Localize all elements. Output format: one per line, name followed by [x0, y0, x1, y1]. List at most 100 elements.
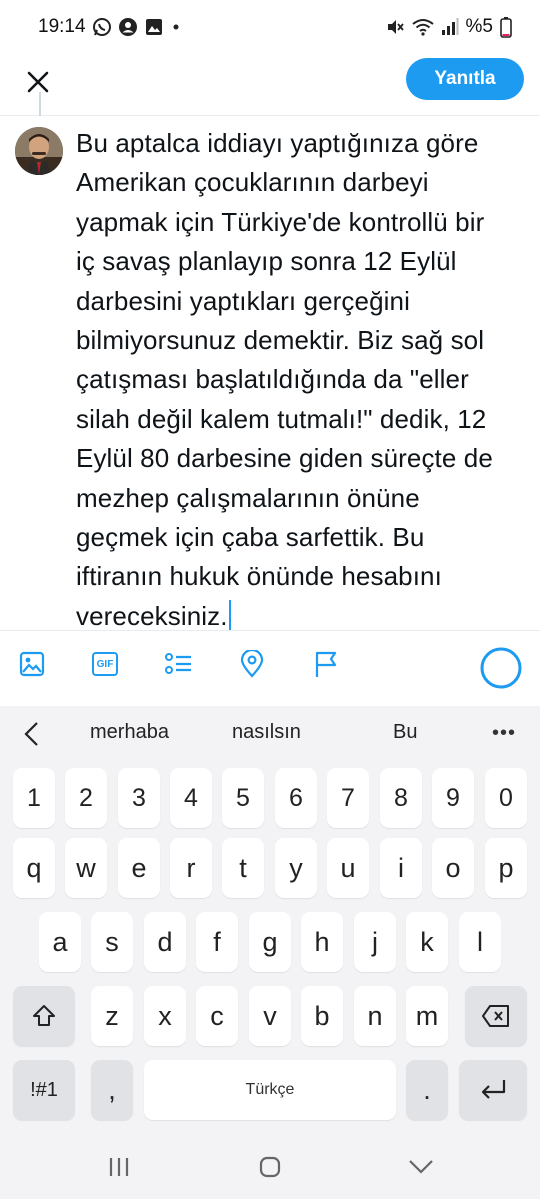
- home-button[interactable]: [250, 1152, 290, 1182]
- key-w[interactable]: w: [65, 838, 107, 898]
- backspace-icon: [482, 1005, 509, 1027]
- key-o[interactable]: o: [432, 838, 474, 898]
- compose-line: iç savaş planlayıp sonra 12 Eylül: [76, 246, 457, 277]
- account-icon: [118, 17, 138, 37]
- comma-key[interactable]: ,: [91, 1060, 133, 1120]
- key-p[interactable]: p: [485, 838, 527, 898]
- symbols-key[interactable]: !#1: [13, 1060, 75, 1120]
- key-j[interactable]: j: [354, 912, 396, 972]
- key-m[interactable]: m: [406, 986, 448, 1046]
- flag-icon: [315, 651, 337, 677]
- key-3[interactable]: 3: [118, 768, 160, 828]
- key-s[interactable]: s: [91, 912, 133, 972]
- compose-header: Yanıtla: [0, 56, 540, 116]
- close-icon: [27, 71, 49, 93]
- chevron-down-icon: [409, 1160, 433, 1174]
- key-5[interactable]: 5: [222, 768, 264, 828]
- avatar: [15, 127, 63, 175]
- key-8[interactable]: 8: [380, 768, 422, 828]
- key-d[interactable]: d: [144, 912, 186, 972]
- poll-button[interactable]: [163, 649, 193, 679]
- key-f[interactable]: f: [196, 912, 238, 972]
- more-options-button[interactable]: •••: [492, 722, 516, 745]
- enter-key[interactable]: [459, 1060, 527, 1120]
- mute-icon: [385, 17, 405, 37]
- location-pin-icon: [240, 650, 264, 678]
- key-n[interactable]: n: [354, 986, 396, 1046]
- key-e[interactable]: e: [118, 838, 160, 898]
- gif-button[interactable]: GIF: [90, 649, 120, 679]
- key-u[interactable]: u: [327, 838, 369, 898]
- thread-connector-line: [39, 92, 41, 116]
- chevron-left-icon: [24, 722, 38, 746]
- compose-line: darbesini yaptıkları gerçeğini: [76, 285, 410, 316]
- compose-line: Bu aptalca iddiayı yaptığınıza göre: [76, 128, 479, 158]
- backspace-key[interactable]: [465, 986, 527, 1046]
- key-7[interactable]: 7: [327, 768, 369, 828]
- suggestion-item[interactable]: Bu: [393, 721, 417, 744]
- key-g[interactable]: g: [249, 912, 291, 972]
- location-button[interactable]: [237, 649, 267, 679]
- compose-toolbar: GIF: [0, 630, 540, 706]
- key-h[interactable]: h: [301, 912, 343, 972]
- suggestion-bar: merhaba nasılsın Bu •••: [0, 706, 540, 762]
- suggestion-item[interactable]: merhaba: [90, 721, 169, 744]
- image-icon: [19, 651, 45, 677]
- key-a[interactable]: a: [39, 912, 81, 972]
- key-x[interactable]: x: [144, 986, 186, 1046]
- key-l[interactable]: l: [459, 912, 501, 972]
- character-count-ring: [479, 646, 523, 690]
- key-9[interactable]: 9: [432, 768, 474, 828]
- key-b[interactable]: b: [301, 986, 343, 1046]
- space-key[interactable]: Türkçe: [144, 1060, 396, 1120]
- battery-percent: %5: [465, 16, 493, 37]
- keyboard: merhaba nasılsın Bu ••• 1 2 3 4 5 6 7 8 …: [0, 706, 540, 1199]
- compose-line: Amerikan çocuklarının darbeyi: [76, 167, 429, 198]
- notification-dot-icon: [170, 17, 182, 37]
- signal-icon: [441, 17, 459, 37]
- gif-icon: GIF: [92, 652, 118, 676]
- status-bar: 19:14 %5: [0, 0, 540, 56]
- whatsapp-icon: [92, 17, 112, 37]
- key-i[interactable]: i: [380, 838, 422, 898]
- period-key[interactable]: .: [406, 1060, 448, 1120]
- reply-button[interactable]: Yanıtla: [406, 58, 524, 100]
- system-nav-bar: [0, 1134, 540, 1199]
- key-r[interactable]: r: [170, 838, 212, 898]
- key-1[interactable]: 1: [13, 768, 55, 828]
- recents-icon: [109, 1158, 129, 1176]
- key-k[interactable]: k: [406, 912, 448, 972]
- poll-icon: [165, 653, 191, 674]
- compose-line: Eylül 80 darbesine giden süreçte de: [76, 443, 493, 474]
- key-c[interactable]: c: [196, 986, 238, 1046]
- close-button[interactable]: [20, 64, 56, 100]
- compose-line: mezhep çalışmalarının önüne: [76, 482, 420, 513]
- home-icon: [259, 1156, 281, 1178]
- shift-arrow-icon: [33, 1005, 55, 1026]
- key-6[interactable]: 6: [275, 768, 317, 828]
- wifi-icon: [411, 17, 434, 37]
- compose-line: bilmiyorsunuz demektir. Biz sağ sol: [76, 325, 485, 356]
- key-q[interactable]: q: [13, 838, 55, 898]
- key-0[interactable]: 0: [485, 768, 527, 828]
- key-4[interactable]: 4: [170, 768, 212, 828]
- compose-text-area[interactable]: Bu aptalca iddiayı yaptığınıza göre Amer…: [76, 124, 532, 636]
- key-y[interactable]: y: [275, 838, 317, 898]
- compose-line: silah değil kalem tutmalı!" dedik, 12: [76, 403, 487, 434]
- compose-line: geçmek için çaba sarfettik. Bu: [76, 522, 425, 553]
- back-button[interactable]: [401, 1152, 441, 1182]
- suggestion-item[interactable]: nasılsın: [232, 721, 301, 744]
- enter-icon: [481, 1080, 506, 1099]
- shift-key[interactable]: [13, 986, 75, 1046]
- compose-line: vereceksiniz.: [76, 600, 228, 631]
- media-button[interactable]: [17, 649, 47, 679]
- recents-button[interactable]: [99, 1152, 139, 1182]
- suggestion-collapse-button[interactable]: [20, 720, 44, 748]
- key-2[interactable]: 2: [65, 768, 107, 828]
- flag-button[interactable]: [311, 649, 341, 679]
- text-cursor: [228, 599, 231, 630]
- key-v[interactable]: v: [249, 986, 291, 1046]
- battery-icon: [500, 16, 512, 38]
- key-z[interactable]: z: [91, 986, 133, 1046]
- key-t[interactable]: t: [222, 838, 264, 898]
